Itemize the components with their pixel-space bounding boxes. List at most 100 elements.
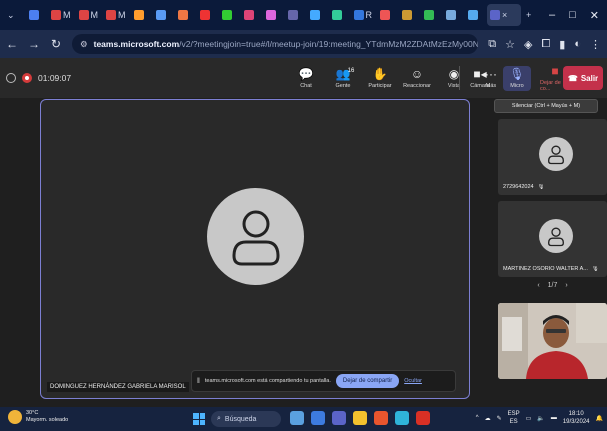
browser-tab[interactable]: M — [76, 4, 102, 26]
leave-button[interactable]: ☎ Salir — [563, 66, 603, 90]
hide-link[interactable]: Ocultar — [404, 378, 422, 384]
stop-sharing-button[interactable]: Dejar de compartir — [335, 374, 400, 388]
clock[interactable]: 18:10 19/3/2024 — [563, 410, 590, 426]
tab-favicon-icon — [133, 10, 144, 20]
mic-button[interactable]: 🎙 Micro — [503, 65, 531, 91]
mic-label: Micro — [510, 82, 524, 89]
participant-name: MARTINEZ OSORIO WALTER A... — [503, 266, 588, 272]
reaccionar-button[interactable]: ☺ Reaccionar — [403, 68, 431, 89]
site-info-icon[interactable]: ⚙ — [80, 39, 88, 50]
tab-search-button[interactable]: ⌄ — [4, 4, 24, 26]
windows-start-icon[interactable] — [193, 413, 205, 425]
extension-icon[interactable]: ◈ — [524, 38, 532, 51]
file-explorer-icon[interactable] — [353, 411, 367, 425]
forward-arrow-icon[interactable]: → — [28, 37, 40, 51]
widgets-app-icon[interactable] — [290, 411, 304, 425]
browser-tab[interactable] — [219, 4, 239, 26]
sidebar-icon[interactable]: ▮ — [559, 38, 565, 51]
browser-tab[interactable] — [307, 4, 327, 26]
tool-label: Gente — [335, 82, 351, 89]
minimize-button[interactable]: – — [549, 9, 555, 22]
browser-tab-strip: ⌄ M M M R × + – □ ✕ — [0, 0, 607, 30]
tab-favicon-icon — [468, 10, 478, 20]
browser-tab[interactable]: M — [48, 4, 74, 26]
stop-share-icon: ■ — [551, 63, 559, 78]
tab-favicon-icon — [29, 10, 39, 20]
edge-app-icon[interactable] — [395, 411, 409, 425]
browser-menu-icon[interactable]: ⋮ — [590, 38, 601, 51]
tab-label: M — [118, 10, 126, 20]
bookmark-star-icon[interactable]: ☆ — [505, 38, 515, 51]
participant-avatar — [539, 137, 573, 171]
teams-app-icon[interactable] — [332, 411, 346, 425]
cloud-icon[interactable]: ☁ — [485, 415, 491, 422]
camera-button[interactable]: ■◂ Cámara — [466, 68, 494, 89]
browser-tab[interactable] — [153, 4, 173, 26]
extensions-puzzle-icon[interactable]: ⧠ — [541, 38, 550, 51]
browser-tab[interactable] — [443, 4, 463, 26]
tab-favicon-icon — [51, 10, 61, 20]
pen-icon[interactable]: ✎ — [497, 415, 502, 422]
participar-button[interactable]: ✋ Participar — [366, 68, 394, 89]
browser-tab[interactable] — [399, 4, 419, 26]
tray-chevron-icon[interactable]: ^ — [476, 415, 479, 421]
browser-tab[interactable]: M — [103, 4, 129, 26]
browser-tab[interactable] — [377, 4, 397, 26]
tab-favicon-icon — [287, 10, 298, 20]
search-icon: ⌕ — [217, 415, 221, 422]
mic-muted-icon: 🎙 — [591, 266, 599, 272]
back-arrow-icon[interactable]: ← — [6, 37, 18, 51]
browser-tab[interactable] — [175, 4, 195, 26]
language-indicator[interactable]: ESP ES — [508, 410, 520, 426]
network-icon[interactable]: ▭ — [526, 415, 532, 422]
tool-label: Reaccionar — [403, 82, 431, 89]
system-tray: ^ ☁ ✎ ESP ES ▭ 🔈 ▬ 18:10 19/3/2024 🔔 — [476, 410, 603, 426]
app-icon[interactable] — [416, 411, 430, 425]
new-tab-button[interactable]: + — [523, 4, 543, 26]
taskbar-search[interactable]: ⌕ Búsqueda — [211, 411, 281, 427]
volume-icon[interactable]: 🔈 — [537, 415, 544, 422]
browser-tab[interactable] — [197, 4, 217, 26]
task-view-icon[interactable] — [311, 411, 325, 425]
self-video-preview[interactable] — [498, 303, 607, 379]
main-participant-name: DOMINGUEZ HERNÁNDEZ GABRIELA MARISOL — [47, 382, 189, 392]
browser-tab[interactable] — [26, 4, 46, 26]
url-field[interactable]: ⚙ teams.microsoft.com /v2/?meetingjoin=t… — [72, 34, 479, 54]
participant-count-badge: 16 — [347, 67, 355, 74]
tab-favicon-icon — [106, 10, 116, 20]
browser-tab[interactable] — [241, 4, 261, 26]
participant-tile[interactable]: MARTINEZ OSORIO WALTER A... 🎙 — [498, 201, 607, 277]
profile-icon[interactable]: ◐ — [574, 38, 581, 51]
pager-prev-button[interactable]: ‹ — [537, 282, 539, 289]
browser-tab[interactable] — [329, 4, 349, 26]
browser-tab[interactable] — [421, 4, 441, 26]
phone-hangup-icon: ☎ — [567, 73, 578, 83]
browser-tab[interactable] — [131, 4, 151, 26]
reload-icon[interactable]: ↻ — [50, 37, 62, 51]
sun-icon — [8, 410, 22, 424]
battery-icon[interactable]: ▬ — [551, 415, 557, 421]
recording-icon — [22, 73, 32, 83]
raise-hand-icon: ✋ — [372, 66, 388, 81]
chrome-app-icon[interactable] — [374, 411, 388, 425]
chat-button[interactable]: 💬 Chat — [292, 68, 320, 89]
close-window-button[interactable]: ✕ — [590, 9, 599, 22]
gente-button[interactable]: 👥 16 Gente — [329, 68, 357, 89]
install-app-icon[interactable]: ⧉ — [488, 38, 496, 51]
tab-favicon-icon — [446, 10, 456, 20]
pager-next-button[interactable]: › — [565, 282, 567, 289]
browser-tab[interactable] — [465, 4, 485, 26]
maximize-button[interactable]: □ — [569, 9, 576, 22]
browser-tab[interactable] — [285, 4, 305, 26]
weather-widget[interactable]: 30°C Mayorm. soleado — [8, 410, 68, 424]
toolbar-divider — [459, 66, 460, 90]
tab-list: MMMR — [26, 4, 485, 26]
active-tab[interactable]: × — [487, 4, 521, 26]
browser-tab[interactable] — [263, 4, 283, 26]
participant-pager: ‹ 1/7 › — [498, 282, 607, 289]
meeting-toolbar: 01:09:07 💬 Chat 👥 16 Gente ✋ Participar ☺ Reacci… — [0, 58, 607, 98]
browser-tab[interactable]: R — [351, 4, 376, 26]
tab-close-icon[interactable]: × — [502, 10, 507, 20]
participant-tile[interactable]: 2729642024 🎙 — [498, 119, 607, 195]
notification-bell-icon[interactable]: 🔔 — [596, 415, 603, 422]
